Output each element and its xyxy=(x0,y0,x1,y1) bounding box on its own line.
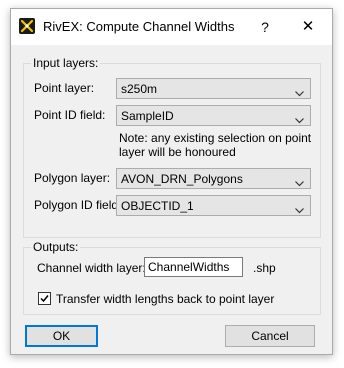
selection-note-line-1: Note: any existing selection on point xyxy=(119,131,312,145)
point-id-field-value: SampleID xyxy=(121,109,174,123)
input-layers-group-label: Input layers: xyxy=(31,56,101,70)
polygon-layer-value: AVON_DRN_Polygons xyxy=(121,172,243,186)
transfer-widths-checkbox[interactable] xyxy=(38,292,51,305)
rivex-logo-icon xyxy=(19,18,35,34)
point-id-field-dropdown[interactable]: SampleID xyxy=(116,105,311,126)
shapefile-extension-label: .shp xyxy=(253,261,276,275)
checkmark-icon xyxy=(40,295,49,303)
transfer-widths-label[interactable]: Transfer width lengths back to point lay… xyxy=(56,292,274,306)
point-layer-value: s250m xyxy=(121,82,158,96)
point-id-field-label: Point ID field: xyxy=(34,108,106,122)
channel-width-layer-input[interactable] xyxy=(144,257,243,277)
selection-note-line-2: layer will be honoured xyxy=(119,145,236,159)
chevron-down-icon xyxy=(295,176,304,187)
chevron-down-icon xyxy=(295,203,304,214)
polygon-id-field-label: Polygon ID field: xyxy=(34,198,122,212)
close-button[interactable]: ✕ xyxy=(293,16,323,38)
point-layer-label: Point layer: xyxy=(34,81,95,95)
channel-width-layer-label: Channel width layer: xyxy=(37,261,146,275)
cancel-button[interactable]: Cancel xyxy=(225,325,315,347)
compute-channel-widths-dialog: RivEX: Compute Channel Widths ? ✕ Input … xyxy=(10,8,333,355)
help-button[interactable]: ? xyxy=(255,16,275,38)
chevron-down-icon xyxy=(295,113,304,124)
polygon-id-field-dropdown[interactable]: OBJECTID_1 xyxy=(116,195,311,216)
window-title: RivEX: Compute Channel Widths xyxy=(43,19,235,34)
polygon-id-field-value: OBJECTID_1 xyxy=(121,199,194,213)
polygon-layer-label: Polygon layer: xyxy=(34,171,111,185)
outputs-group-label: Outputs: xyxy=(31,240,81,254)
ok-button[interactable]: OK xyxy=(25,325,98,347)
title-bar[interactable]: RivEX: Compute Channel Widths ? ✕ xyxy=(11,9,332,45)
polygon-layer-dropdown[interactable]: AVON_DRN_Polygons xyxy=(116,168,311,189)
chevron-down-icon xyxy=(295,86,304,97)
point-layer-dropdown[interactable]: s250m xyxy=(116,78,311,99)
